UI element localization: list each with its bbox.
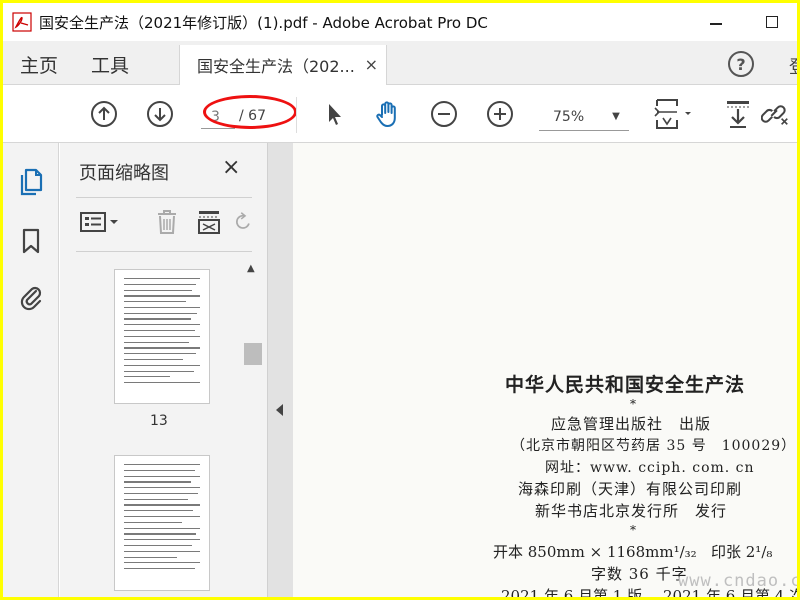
hand-tool-button[interactable] — [373, 99, 403, 129]
page-thumbnail[interactable] — [114, 269, 210, 404]
page-thumbnail[interactable] — [114, 455, 210, 591]
doc-printer: 海森印刷（天津）有限公司印刷 — [518, 480, 743, 498]
panel-title: 页面缩略图 — [79, 163, 169, 184]
bookmarks-button[interactable] — [17, 227, 45, 255]
previous-page-button[interactable] — [89, 99, 119, 129]
menu-home[interactable]: 主页 — [20, 51, 58, 78]
panel-scrollbar-thumb[interactable] — [244, 343, 262, 365]
thumbnail-options-button[interactable] — [78, 207, 124, 237]
thumbnail-page-label: 13 — [150, 413, 168, 429]
zoom-value: 75% — [553, 108, 585, 125]
page-fit-button[interactable] — [653, 99, 697, 129]
fit-page-icon — [654, 99, 691, 129]
doc-word-count: 字数 36 千字 — [591, 565, 688, 583]
rotate-page-button[interactable] — [232, 207, 252, 237]
delete-page-button[interactable] — [152, 207, 182, 237]
window-title: 国安全生产法（2021年修订版）(1).pdf - Adobe Acrobat … — [39, 13, 488, 32]
arrow-down-icon — [147, 101, 173, 127]
acrobat-icon — [11, 11, 33, 33]
title-bar: 国安全生产法（2021年修订版）(1).pdf - Adobe Acrobat … — [3, 3, 797, 41]
zoom-select[interactable]: 75% ▼ — [539, 103, 629, 131]
panel-close-icon[interactable]: × — [222, 155, 240, 180]
minimize-button[interactable] — [701, 9, 731, 35]
tab-bar: 主页 工具 国安全生产法（202... × ? 登 — [3, 41, 797, 85]
scroll-down-icon — [727, 101, 749, 128]
panel-collapse-strip[interactable] — [267, 143, 293, 597]
doc-separator-star: * — [630, 397, 636, 411]
doc-edition: 2021 年 6 月第 1 版 — [501, 587, 643, 597]
page-copy-icon — [20, 168, 43, 196]
attachments-button[interactable] — [17, 283, 45, 311]
trash-icon — [158, 210, 176, 234]
app-window: 国安全生产法（2021年修订版）(1).pdf - Adobe Acrobat … — [3, 3, 797, 597]
doc-title: 中华人民共和国安全生产法 — [505, 374, 746, 396]
cursor-arrow-icon — [329, 104, 341, 125]
thumbnail-panel: 页面缩略图 × 13 ▲ — [60, 143, 267, 597]
watermark-text: www.cndao.com — [678, 571, 797, 591]
page-extract-icon — [198, 211, 220, 234]
maximize-button[interactable] — [757, 9, 787, 35]
select-tool-button[interactable] — [319, 99, 349, 129]
toolbar-divider — [296, 97, 297, 133]
scroll-up-icon[interactable]: ▲ — [247, 263, 255, 274]
arrow-up-icon — [91, 101, 117, 127]
list-options-icon — [80, 212, 118, 232]
overflow-icon: 登 — [789, 53, 797, 79]
document-view[interactable]: 中华人民共和国安全生产法 * 应急管理出版社 出版 （北京市朝阳区芍药居 35 … — [293, 143, 797, 597]
page-thumbnails-button[interactable] — [17, 167, 45, 196]
main-toolbar: 3 / 67 75% ▼ — [3, 85, 797, 143]
menu-tools[interactable]: 工具 — [91, 51, 129, 78]
red-annotation-ellipse — [203, 95, 297, 129]
plus-circle-icon — [487, 101, 513, 127]
collapse-left-icon[interactable] — [276, 404, 283, 416]
link-icon — [761, 105, 788, 125]
link-button[interactable] — [761, 99, 791, 129]
panel-divider — [76, 197, 252, 198]
help-icon[interactable]: ? — [728, 51, 754, 77]
doc-separator-star: * — [630, 523, 636, 537]
doc-sheets: 印张 2¹/₈ — [711, 543, 773, 561]
maximize-icon — [766, 16, 778, 28]
paperclip-icon — [20, 286, 42, 311]
doc-publisher: 应急管理出版社 出版 — [551, 415, 712, 433]
chevron-down-icon: ▼ — [612, 111, 620, 122]
hand-icon — [376, 101, 396, 127]
doc-format: 开本 850mm × 1168mm¹/₃₂ — [493, 543, 697, 561]
document-tab[interactable]: 国安全生产法（202... × — [179, 45, 387, 85]
doc-distributor: 新华书店北京发行所 发行 — [535, 502, 728, 520]
zoom-out-button[interactable] — [429, 99, 459, 129]
minus-circle-icon — [431, 101, 457, 127]
bookmark-icon — [22, 228, 40, 254]
document-tab-label: 国安全生产法（202... — [197, 57, 355, 76]
doc-website: 网址：www. cciph. com. cn — [545, 460, 755, 476]
doc-address: （北京市朝阳区芍药居 35 号 100029） — [511, 438, 797, 454]
extract-page-button[interactable] — [194, 207, 224, 237]
tab-close-icon[interactable]: × — [365, 55, 378, 74]
navigation-rail — [3, 143, 59, 597]
panel-divider — [76, 251, 252, 252]
minimize-icon — [710, 23, 722, 25]
rotate-icon — [236, 212, 250, 229]
next-page-button[interactable] — [145, 99, 175, 129]
zoom-in-button[interactable] — [485, 99, 515, 129]
scroll-mode-button[interactable] — [723, 99, 753, 129]
